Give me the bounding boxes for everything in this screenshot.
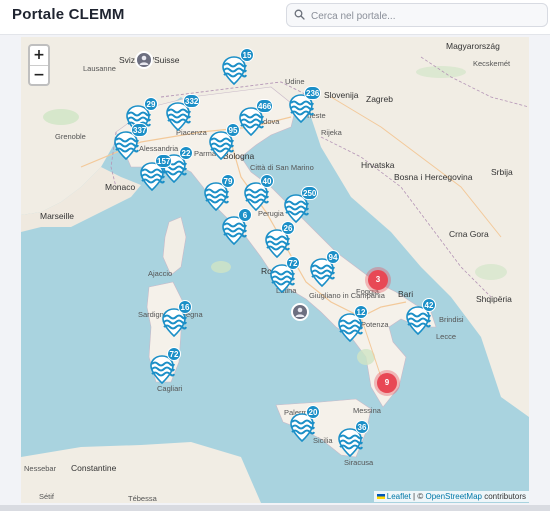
marker-count-badge: 157 bbox=[155, 154, 173, 168]
location-marker[interactable]: 466 bbox=[238, 99, 274, 139]
cluster-marker[interactable]: 3 bbox=[365, 267, 391, 293]
place-label: Grenoble bbox=[55, 132, 86, 141]
place-label: Città di San Marino bbox=[250, 163, 314, 172]
place-label: Constantine bbox=[71, 463, 117, 473]
place-label: Lausanne bbox=[83, 64, 116, 73]
location-marker[interactable]: 6 bbox=[221, 208, 255, 248]
search-input[interactable] bbox=[309, 6, 543, 26]
ukraine-flag-icon bbox=[376, 494, 385, 500]
marker-count-badge: 250 bbox=[301, 186, 319, 200]
marker-count-badge: 15 bbox=[240, 48, 254, 62]
attribution-contributors: contributors bbox=[484, 492, 526, 501]
location-marker[interactable]: 95 bbox=[208, 123, 242, 163]
place-label: Nessebar bbox=[24, 464, 57, 473]
place-label: Udine bbox=[285, 77, 305, 86]
user-location-marker[interactable] bbox=[291, 303, 309, 321]
place-label: Sétif bbox=[39, 492, 55, 501]
marker-count-badge: 95 bbox=[226, 123, 240, 137]
attribution-separator: | © bbox=[413, 492, 424, 501]
location-marker[interactable]: 20 bbox=[289, 405, 323, 445]
marker-count-badge: 22 bbox=[179, 146, 193, 160]
place-label: Zagreb bbox=[366, 94, 393, 104]
zoom-in-button[interactable]: + bbox=[30, 46, 48, 66]
location-marker[interactable]: 16 bbox=[161, 300, 195, 340]
place-label: Kecskemét bbox=[473, 59, 511, 68]
marker-count-badge: 42 bbox=[422, 298, 436, 312]
marker-count-badge: 29 bbox=[144, 97, 158, 111]
marker-count-badge: 236 bbox=[304, 86, 322, 100]
place-label: Crna Gora bbox=[449, 229, 489, 239]
marker-count-badge: 6 bbox=[238, 208, 252, 222]
place-label: Tébessa bbox=[128, 494, 157, 503]
marker-count-badge: 466 bbox=[256, 99, 274, 113]
marker-count-badge: 72 bbox=[286, 256, 300, 270]
marker-count-badge: 337 bbox=[131, 123, 149, 137]
place-label: Rijeka bbox=[321, 128, 342, 137]
place-label: Srbija bbox=[491, 167, 513, 177]
zoom-control: + − bbox=[28, 44, 50, 86]
location-marker[interactable]: 236 bbox=[288, 86, 322, 126]
app-title: Portale CLEMM bbox=[12, 6, 125, 23]
place-label: Messina bbox=[353, 406, 381, 415]
zoom-out-button[interactable]: − bbox=[30, 66, 48, 85]
cluster-count: 3 bbox=[368, 270, 388, 290]
user-location-marker[interactable] bbox=[135, 51, 153, 69]
location-marker[interactable]: 42 bbox=[405, 298, 439, 338]
location-marker[interactable]: 15 bbox=[221, 48, 255, 88]
place-label: Shqipëria bbox=[476, 294, 512, 304]
map-view[interactable]: Lausanne Svizzera/Suisse Magyarország Ke… bbox=[21, 37, 529, 503]
marker-count-badge: 332 bbox=[183, 94, 201, 108]
location-marker[interactable]: 332 bbox=[165, 94, 201, 134]
location-marker[interactable]: 337 bbox=[113, 123, 149, 163]
location-marker[interactable]: 79 bbox=[203, 174, 237, 214]
marker-count-badge: 72 bbox=[167, 347, 181, 361]
place-label: Lecce bbox=[436, 332, 457, 341]
marker-count-badge: 40 bbox=[260, 174, 274, 188]
map-attribution: Leaflet | © OpenStreetMap contributors bbox=[373, 491, 529, 502]
place-label: Slovenija bbox=[324, 90, 359, 100]
marker-count-badge: 36 bbox=[355, 420, 369, 434]
place-label: Bari bbox=[398, 289, 414, 299]
marker-count-badge: 94 bbox=[326, 250, 340, 264]
location-marker[interactable]: 157 bbox=[139, 154, 173, 194]
location-marker[interactable]: 72 bbox=[149, 347, 183, 387]
user-icon bbox=[139, 55, 149, 65]
osm-link[interactable]: OpenStreetMap bbox=[425, 492, 481, 501]
cluster-count: 9 bbox=[377, 373, 397, 393]
app-header: Portale CLEMM bbox=[0, 0, 550, 35]
search-box[interactable] bbox=[286, 3, 548, 27]
location-marker[interactable]: 36 bbox=[337, 420, 371, 460]
page-bottom-bar bbox=[0, 505, 550, 511]
marker-count-badge: 79 bbox=[221, 174, 235, 188]
place-label: Magyarország bbox=[446, 41, 500, 51]
location-marker[interactable]: 12 bbox=[337, 305, 371, 345]
cluster-marker[interactable]: 9 bbox=[374, 370, 400, 396]
user-icon bbox=[295, 307, 305, 317]
place-label: Monaco bbox=[105, 182, 136, 192]
marker-count-badge: 16 bbox=[178, 300, 192, 314]
marker-count-badge: 12 bbox=[354, 305, 368, 319]
place-label: Bosna i Hercegovina bbox=[394, 172, 473, 182]
marker-count-badge: 20 bbox=[306, 405, 320, 419]
marker-count-badge: 26 bbox=[281, 221, 295, 235]
place-label: Ajaccio bbox=[148, 269, 173, 278]
location-marker[interactable]: 94 bbox=[309, 250, 343, 290]
place-label: Brindisi bbox=[439, 315, 464, 324]
place-label: Marseille bbox=[40, 211, 75, 221]
place-label: Hrvatska bbox=[361, 160, 395, 170]
location-marker[interactable]: 72 bbox=[269, 256, 303, 296]
search-icon bbox=[294, 9, 305, 20]
leaflet-link[interactable]: Leaflet bbox=[387, 492, 411, 501]
